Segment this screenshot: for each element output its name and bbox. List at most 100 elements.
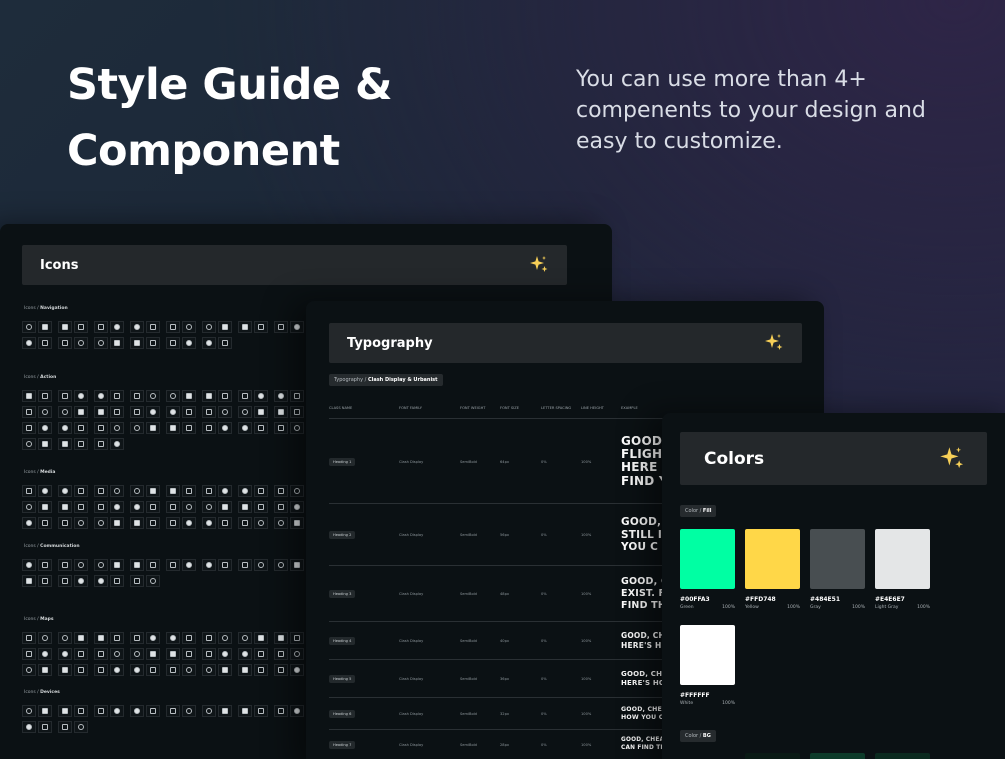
icon-sample[interactable] [218,501,232,513]
icon-sample[interactable] [166,321,180,333]
icon-sample[interactable] [274,632,288,644]
icon-sample[interactable] [182,664,196,676]
icon-sample[interactable] [238,501,252,513]
icon-sample[interactable] [22,705,36,717]
icon-sample[interactable] [22,438,36,450]
icon-sample[interactable] [94,321,108,333]
icon-sample[interactable] [22,517,36,529]
icon-sample[interactable] [182,337,196,349]
bg-color-swatch[interactable] [745,753,800,759]
icon-sample[interactable] [166,632,180,644]
icon-sample[interactable] [22,632,36,644]
icon-sample[interactable] [38,438,52,450]
icon-sample[interactable] [274,422,288,434]
icon-sample[interactable] [238,422,252,434]
icon-sample[interactable] [290,705,304,717]
icon-sample[interactable] [202,321,216,333]
icon-sample[interactable] [290,390,304,402]
icon-sample[interactable] [38,406,52,418]
icon-sample[interactable] [130,632,144,644]
icon-sample[interactable] [110,438,124,450]
icon-sample[interactable] [218,517,232,529]
icon-sample[interactable] [22,664,36,676]
icon-sample[interactable] [146,559,160,571]
icon-sample[interactable] [254,648,268,660]
icon-sample[interactable] [110,517,124,529]
icon-sample[interactable] [38,664,52,676]
icon-sample[interactable] [38,422,52,434]
icon-sample[interactable] [238,632,252,644]
icon-sample[interactable] [130,321,144,333]
icon-sample[interactable] [38,501,52,513]
icon-sample[interactable] [202,517,216,529]
icon-sample[interactable] [274,517,288,529]
icon-sample[interactable] [22,721,36,733]
icon-sample[interactable] [202,501,216,513]
icon-sample[interactable] [74,501,88,513]
icon-sample[interactable] [202,406,216,418]
icon-sample[interactable] [218,632,232,644]
icon-sample[interactable] [146,517,160,529]
icon-sample[interactable] [94,337,108,349]
icon-sample[interactable] [38,632,52,644]
icon-sample[interactable] [254,406,268,418]
icon-sample[interactable] [166,422,180,434]
icon-sample[interactable] [94,406,108,418]
icon-sample[interactable] [146,575,160,587]
icon-sample[interactable] [110,664,124,676]
icon-sample[interactable] [290,422,304,434]
icon-sample[interactable] [22,485,36,497]
icon-sample[interactable] [22,406,36,418]
icon-sample[interactable] [94,648,108,660]
icon-sample[interactable] [110,422,124,434]
icon-sample[interactable] [74,438,88,450]
icon-sample[interactable] [58,485,72,497]
icon-sample[interactable] [74,485,88,497]
icon-sample[interactable] [58,559,72,571]
color-swatch[interactable]: #FFD748 Yellow 100% [745,529,800,610]
icon-sample[interactable] [22,321,36,333]
icon-sample[interactable] [166,485,180,497]
icon-sample[interactable] [218,406,232,418]
icon-sample[interactable] [74,575,88,587]
icon-sample[interactable] [202,632,216,644]
icon-sample[interactable] [58,517,72,529]
icon-sample[interactable] [146,321,160,333]
icon-sample[interactable] [218,664,232,676]
icon-sample[interactable] [146,664,160,676]
icon-sample[interactable] [130,664,144,676]
icon-sample[interactable] [254,705,268,717]
icon-sample[interactable] [274,705,288,717]
icon-sample[interactable] [94,390,108,402]
icon-sample[interactable] [58,501,72,513]
icon-sample[interactable] [58,438,72,450]
icon-sample[interactable] [238,664,252,676]
icon-sample[interactable] [74,648,88,660]
icon-sample[interactable] [182,406,196,418]
icon-sample[interactable] [94,705,108,717]
icon-sample[interactable] [110,406,124,418]
icon-sample[interactable] [238,485,252,497]
icon-sample[interactable] [182,390,196,402]
icon-sample[interactable] [202,648,216,660]
color-swatch[interactable]: #00FFA3 Green 100% [680,529,735,610]
icon-sample[interactable] [74,321,88,333]
icon-sample[interactable] [110,501,124,513]
icon-sample[interactable] [202,422,216,434]
icon-sample[interactable] [238,390,252,402]
icon-sample[interactable] [22,575,36,587]
icon-sample[interactable] [146,485,160,497]
icon-sample[interactable] [110,632,124,644]
icon-sample[interactable] [182,632,196,644]
icon-sample[interactable] [110,575,124,587]
icon-sample[interactable] [254,632,268,644]
icon-sample[interactable] [58,422,72,434]
bg-color-swatch[interactable] [810,753,865,759]
icon-sample[interactable] [218,485,232,497]
icon-sample[interactable] [166,648,180,660]
icon-sample[interactable] [146,501,160,513]
icon-sample[interactable] [58,648,72,660]
icon-sample[interactable] [74,517,88,529]
icon-sample[interactable] [38,485,52,497]
icon-sample[interactable] [146,422,160,434]
